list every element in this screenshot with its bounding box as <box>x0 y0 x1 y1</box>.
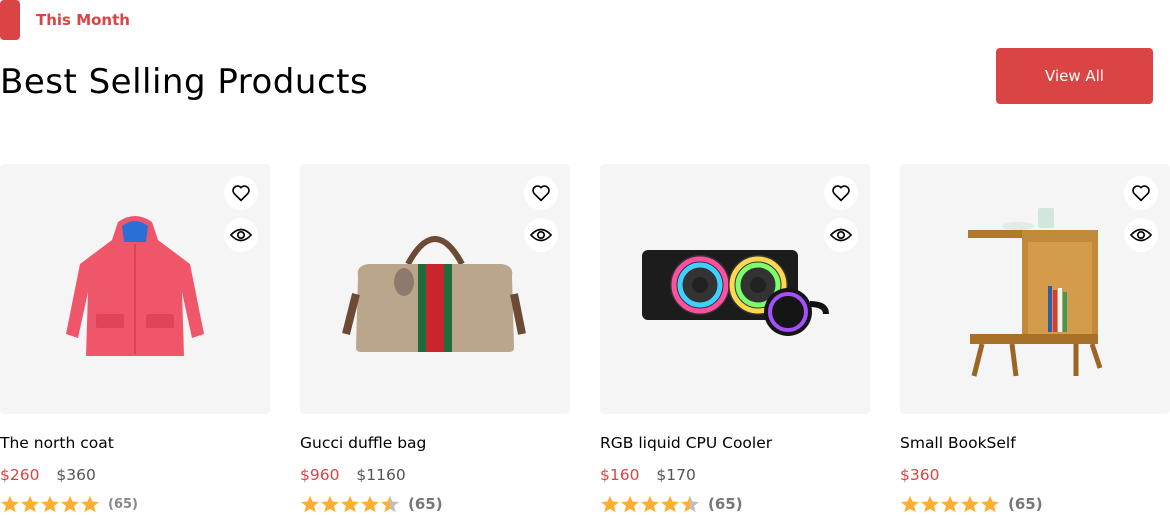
product-price: $360 <box>900 466 940 484</box>
section-title: Best Selling Products <box>0 62 369 102</box>
product-rating: (65) <box>600 494 743 514</box>
half-star-icon <box>381 495 399 513</box>
product-name[interactable]: RGB liquid CPU Cooler <box>600 432 772 454</box>
heart-icon <box>1132 185 1150 202</box>
quick-view-button[interactable] <box>524 218 558 252</box>
star-icon <box>921 495 939 513</box>
eye-icon <box>830 228 852 242</box>
review-count: (65) <box>408 495 443 513</box>
product-old-price: $170 <box>656 466 696 484</box>
star-icon <box>661 495 679 513</box>
star-icon <box>321 495 339 513</box>
quick-view-button[interactable] <box>1124 218 1158 252</box>
quick-view-button[interactable] <box>224 218 258 252</box>
star-icon <box>981 495 999 513</box>
wishlist-button[interactable] <box>524 176 558 210</box>
star-icon <box>941 495 959 513</box>
eye-icon <box>230 228 252 242</box>
product-old-price: $360 <box>56 466 96 484</box>
star-icon <box>61 495 79 513</box>
star-icon <box>361 495 379 513</box>
tag-label: This Month <box>36 11 130 29</box>
product-prices: $960 $1160 <box>300 464 406 486</box>
star-icon <box>901 495 919 513</box>
product-rating: (65) <box>0 494 138 514</box>
star-icon <box>601 495 619 513</box>
review-count: (65) <box>108 496 138 512</box>
star-icon <box>621 495 639 513</box>
heart-icon <box>832 185 850 202</box>
view-all-button[interactable]: View All <box>996 48 1153 104</box>
wishlist-button[interactable] <box>224 176 258 210</box>
product-card[interactable]: The north coat $260 $360 (65) <box>0 164 270 513</box>
heart-icon <box>532 185 550 202</box>
eye-icon <box>1130 228 1152 242</box>
product-card[interactable]: RGB liquid CPU Cooler $160 $170 (65) <box>600 164 870 513</box>
product-price: $260 <box>0 466 40 484</box>
star-icon <box>21 495 39 513</box>
heart-icon <box>232 185 250 202</box>
product-card[interactable]: Small BookSelf $360 (65) <box>900 164 1170 513</box>
product-image-box[interactable] <box>0 164 270 414</box>
product-image-box[interactable] <box>600 164 870 414</box>
product-rating: (65) <box>300 494 443 514</box>
product-old-price: $1160 <box>356 466 406 484</box>
half-star-icon <box>681 495 699 513</box>
product-name[interactable]: Small BookSelf <box>900 432 1016 454</box>
product-price: $160 <box>600 466 640 484</box>
product-name[interactable]: Gucci duffle bag <box>300 432 426 454</box>
quick-view-button[interactable] <box>824 218 858 252</box>
star-icon <box>301 495 319 513</box>
star-icon <box>1 495 19 513</box>
star-icon <box>641 495 659 513</box>
product-rating: (65) <box>900 494 1043 514</box>
product-image-box[interactable] <box>300 164 570 414</box>
review-count: (65) <box>708 495 743 513</box>
review-count: (65) <box>1008 495 1043 513</box>
product-price: $960 <box>300 466 340 484</box>
star-icon <box>41 495 59 513</box>
product-name[interactable]: The north coat <box>0 432 114 454</box>
eye-icon <box>530 228 552 242</box>
product-image-box[interactable] <box>900 164 1170 414</box>
product-prices: $360 <box>900 464 951 486</box>
product-prices: $260 $360 <box>0 464 96 486</box>
star-icon <box>81 495 99 513</box>
wishlist-button[interactable] <box>824 176 858 210</box>
product-prices: $160 $170 <box>600 464 696 486</box>
wishlist-button[interactable] <box>1124 176 1158 210</box>
product-card[interactable]: Gucci duffle bag $960 $1160 (65) <box>300 164 570 513</box>
star-icon <box>961 495 979 513</box>
star-icon <box>341 495 359 513</box>
tag-accent-bar <box>0 0 20 40</box>
